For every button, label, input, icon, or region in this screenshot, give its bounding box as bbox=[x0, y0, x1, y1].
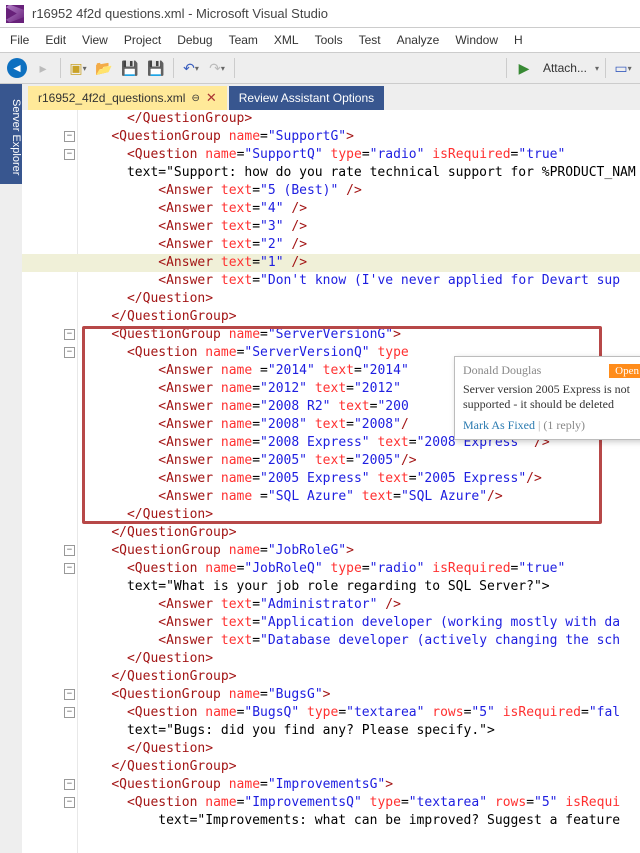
undo-button[interactable]: ↶▾ bbox=[180, 57, 202, 79]
menu-tools[interactable]: Tools bbox=[307, 30, 351, 50]
fold-icon[interactable]: − bbox=[64, 149, 75, 160]
mark-as-fixed-link[interactable]: Mark As Fixed bbox=[463, 418, 535, 432]
toolbar: ◄ ▸ ▣▾ 📂 💾 💾 ↶▾ ↷▾ ▶ Attach... ▾ ▭▾ bbox=[0, 52, 640, 84]
tab-inactive-label: Review Assistant Options bbox=[239, 91, 374, 105]
title-bar: r16952 4f2d questions.xml - Microsoft Vi… bbox=[0, 0, 640, 28]
toolbar-button-a[interactable]: ▭▾ bbox=[612, 57, 634, 79]
fold-icon[interactable]: − bbox=[64, 347, 75, 358]
menu-window[interactable]: Window bbox=[447, 30, 506, 50]
fold-icon[interactable]: − bbox=[64, 329, 75, 340]
nav-back-button[interactable]: ◄ bbox=[6, 57, 28, 79]
comment-status-badge[interactable]: Open bbox=[609, 364, 640, 378]
attach-label[interactable]: Attach... bbox=[539, 61, 591, 75]
menu-file[interactable]: File bbox=[2, 30, 37, 50]
tab-active[interactable]: r16952_4f2d_questions.xml ⊖ ✕ bbox=[28, 86, 227, 110]
pin-icon[interactable]: ⊖ bbox=[191, 93, 199, 104]
fold-icon[interactable]: − bbox=[64, 707, 75, 718]
vs-logo-icon bbox=[6, 5, 24, 23]
open-file-button[interactable]: 📂 bbox=[93, 57, 115, 79]
menu-view[interactable]: View bbox=[74, 30, 116, 50]
comment-author: Donald Douglas bbox=[463, 363, 541, 378]
code-editor[interactable]: − − − − − − − − − − </QuestionGroup> <Qu… bbox=[22, 110, 640, 853]
menu-edit[interactable]: Edit bbox=[37, 30, 74, 50]
menu-debug[interactable]: Debug bbox=[169, 30, 220, 50]
fold-icon[interactable]: − bbox=[64, 797, 75, 808]
menu-bar: File Edit View Project Debug Team XML To… bbox=[0, 28, 640, 52]
code-content[interactable]: </QuestionGroup> <QuestionGroup name="Su… bbox=[80, 110, 640, 830]
menu-test[interactable]: Test bbox=[351, 30, 389, 50]
server-explorer-tab[interactable]: Server Explorer bbox=[0, 84, 22, 184]
fold-icon[interactable]: − bbox=[64, 779, 75, 790]
comment-body: Server version 2005 Express is not suppo… bbox=[463, 382, 640, 412]
menu-analyze[interactable]: Analyze bbox=[389, 30, 448, 50]
new-project-button[interactable]: ▣▾ bbox=[67, 57, 89, 79]
start-button[interactable]: ▶ bbox=[513, 57, 535, 79]
fold-icon[interactable]: − bbox=[64, 563, 75, 574]
window-title: r16952 4f2d questions.xml - Microsoft Vi… bbox=[32, 6, 328, 21]
save-all-button[interactable]: 💾 bbox=[145, 57, 167, 79]
menu-xml[interactable]: XML bbox=[266, 30, 307, 50]
close-icon[interactable]: ✕ bbox=[206, 90, 217, 106]
attach-dropdown-icon[interactable]: ▾ bbox=[595, 64, 599, 73]
review-comment-popup: Donald Douglas Open Server version 2005 … bbox=[454, 356, 640, 440]
tab-review-options[interactable]: Review Assistant Options bbox=[229, 86, 384, 110]
fold-icon[interactable]: − bbox=[64, 131, 75, 142]
fold-icon[interactable]: − bbox=[64, 689, 75, 700]
menu-team[interactable]: Team bbox=[221, 30, 266, 50]
editor-gutter: − − − − − − − − − − bbox=[22, 110, 78, 853]
fold-icon[interactable]: − bbox=[64, 545, 75, 556]
menu-project[interactable]: Project bbox=[116, 30, 169, 50]
redo-button[interactable]: ↷▾ bbox=[206, 57, 228, 79]
comment-replies[interactable]: (1 reply) bbox=[543, 418, 585, 432]
save-button[interactable]: 💾 bbox=[119, 57, 141, 79]
menu-help[interactable]: H bbox=[506, 30, 531, 50]
tab-active-label: r16952_4f2d_questions.xml bbox=[38, 91, 185, 105]
nav-fwd-button[interactable]: ▸ bbox=[32, 57, 54, 79]
document-tabs: r16952_4f2d_questions.xml ⊖ ✕ Review Ass… bbox=[0, 84, 640, 110]
